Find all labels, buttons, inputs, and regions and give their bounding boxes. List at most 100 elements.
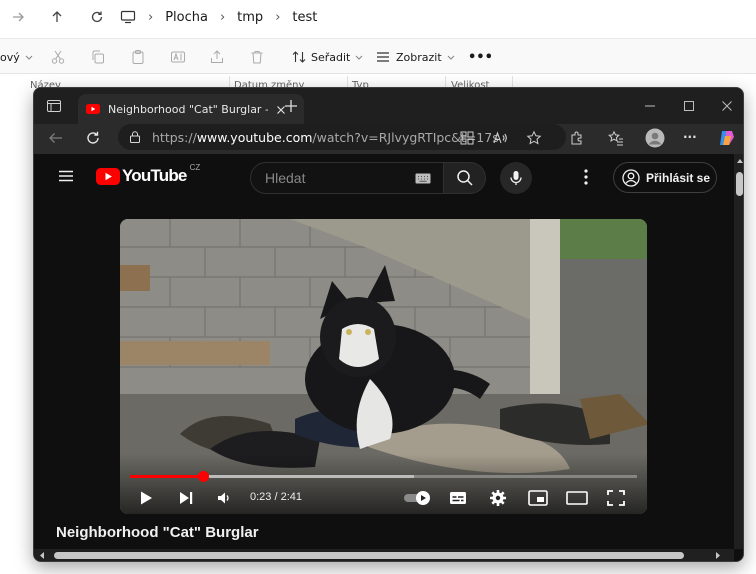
youtube-page: YouTube CZ Hledat Přihlásit se 0:23 / 2:… xyxy=(34,154,744,561)
clipboard-icon xyxy=(132,50,144,64)
account-circle-icon xyxy=(622,168,640,187)
delete-button[interactable] xyxy=(249,47,265,67)
chevron-down-icon xyxy=(25,55,33,60)
video-player[interactable]: 0:23 / 2:41 xyxy=(120,219,647,514)
play-button[interactable] xyxy=(138,488,154,508)
horizontal-scrollbar[interactable] xyxy=(34,549,734,561)
minimize-button[interactable] xyxy=(643,98,657,117)
cut-button[interactable] xyxy=(50,47,66,67)
back-button[interactable] xyxy=(48,130,64,150)
scroll-left-arrow-icon[interactable] xyxy=(38,551,46,560)
vertical-dots-icon xyxy=(584,169,588,185)
minimize-icon xyxy=(645,105,655,107)
copy-icon xyxy=(92,50,104,64)
close-window-button[interactable] xyxy=(720,98,734,117)
paste-button[interactable] xyxy=(130,47,146,67)
subtitles-button[interactable] xyxy=(449,488,467,508)
breadcrumb-item-tmp[interactable]: tmp xyxy=(237,10,263,25)
breadcrumb-item-plocha[interactable]: Plocha xyxy=(165,10,208,25)
youtube-favicon-icon xyxy=(86,104,100,114)
reload-button[interactable] xyxy=(85,130,101,150)
country-code: CZ xyxy=(189,162,201,172)
vertical-scrollbar[interactable] xyxy=(734,154,744,549)
favorites-button[interactable] xyxy=(608,130,624,150)
puzzle-icon xyxy=(571,131,582,145)
skip-next-icon xyxy=(180,492,193,504)
video-title: Neighborhood "Cat" Burglar xyxy=(56,524,259,541)
fullscreen-icon xyxy=(607,490,625,506)
progress-bar[interactable] xyxy=(130,471,637,482)
theater-mode-button[interactable] xyxy=(566,488,588,508)
browser-window: Neighborhood "Cat" Burglar - YouTube xyxy=(33,87,744,562)
tab-actions-icon xyxy=(47,100,61,112)
browser-tab-active[interactable]: Neighborhood "Cat" Burglar - YouTube xyxy=(78,94,304,124)
chevron-down-icon xyxy=(355,55,363,60)
time-display: 0:23 / 2:41 xyxy=(250,491,302,503)
favorite-button[interactable] xyxy=(526,130,542,150)
close-icon xyxy=(722,101,732,111)
up-button[interactable] xyxy=(44,6,70,28)
settings-and-more-button[interactable]: ··· xyxy=(683,130,697,144)
chevron-right-icon: › xyxy=(275,9,281,25)
read-aloud-icon xyxy=(493,131,507,144)
youtube-logo[interactable]: YouTube CZ xyxy=(96,162,201,186)
refresh-button[interactable] xyxy=(84,6,110,28)
profile-button[interactable] xyxy=(645,128,665,152)
horizontal-scroll-thumb[interactable] xyxy=(54,552,684,559)
extensions-button[interactable] xyxy=(569,130,585,150)
hamburger-menu-icon xyxy=(59,170,73,182)
autoplay-toggle[interactable] xyxy=(403,488,433,508)
rename-button[interactable] xyxy=(170,47,186,67)
sort-button[interactable]: Seřadit xyxy=(291,47,364,67)
explorer-navigation-bar: › Plocha › tmp › test xyxy=(0,0,756,36)
forward-button[interactable] xyxy=(5,6,31,28)
rename-icon xyxy=(171,51,185,63)
youtube-logo-text: YouTube xyxy=(122,166,187,185)
browser-titlebar: Neighborhood "Cat" Burglar - YouTube xyxy=(34,88,743,124)
progress-scrubber[interactable] xyxy=(197,471,209,482)
refresh-icon xyxy=(91,11,103,23)
share-icon xyxy=(211,50,223,63)
search-input[interactable]: Hledat xyxy=(250,162,444,194)
new-button[interactable]: ový xyxy=(0,47,34,67)
address-bar-url: https://www.youtube.com/watch?v=RJlvygRT… xyxy=(152,129,499,145)
view-button[interactable]: Zobrazit xyxy=(375,47,456,67)
mute-button[interactable] xyxy=(216,488,232,508)
breadcrumb-item-test[interactable]: test xyxy=(292,10,317,25)
fullscreen-button[interactable] xyxy=(607,488,625,508)
new-tab-button[interactable] xyxy=(284,98,298,117)
arrow-left-icon xyxy=(49,133,62,143)
copilot-button[interactable] xyxy=(717,128,737,152)
scroll-up-arrow-icon[interactable] xyxy=(736,157,744,165)
more-options-button[interactable]: ••• xyxy=(468,47,493,67)
scroll-right-arrow-icon[interactable] xyxy=(714,551,722,560)
miniplayer-button[interactable] xyxy=(528,488,548,508)
player-controls: 0:23 / 2:41 xyxy=(120,454,647,514)
microphone-icon xyxy=(510,171,522,185)
voice-search-button[interactable] xyxy=(500,162,532,194)
settings-menu-button[interactable] xyxy=(583,168,589,190)
share-button[interactable] xyxy=(209,47,225,67)
view-button-label: Zobrazit xyxy=(396,50,442,64)
search-placeholder: Hledat xyxy=(265,170,306,186)
read-aloud-button[interactable] xyxy=(492,130,508,150)
app-available-button[interactable] xyxy=(459,130,475,150)
copy-button[interactable] xyxy=(90,47,106,67)
maximize-button[interactable] xyxy=(682,98,696,117)
next-button[interactable] xyxy=(178,488,194,508)
new-button-label: ový xyxy=(0,50,20,64)
sign-in-button[interactable]: Přihlásit se xyxy=(613,162,717,193)
trash-icon xyxy=(251,51,263,64)
guide-menu-button[interactable] xyxy=(58,168,74,188)
keyboard-icon[interactable] xyxy=(415,173,431,184)
settings-button[interactable] xyxy=(489,488,507,508)
vertical-scroll-thumb[interactable] xyxy=(736,172,743,196)
search-button[interactable] xyxy=(444,162,486,194)
chevron-right-icon: › xyxy=(148,9,154,25)
monitor-icon xyxy=(120,10,136,24)
sign-in-label: Přihlásit se xyxy=(646,170,711,185)
tab-actions-button[interactable] xyxy=(46,98,62,118)
gear-icon xyxy=(490,490,506,506)
sort-icon xyxy=(292,51,306,63)
play-icon xyxy=(141,491,152,505)
